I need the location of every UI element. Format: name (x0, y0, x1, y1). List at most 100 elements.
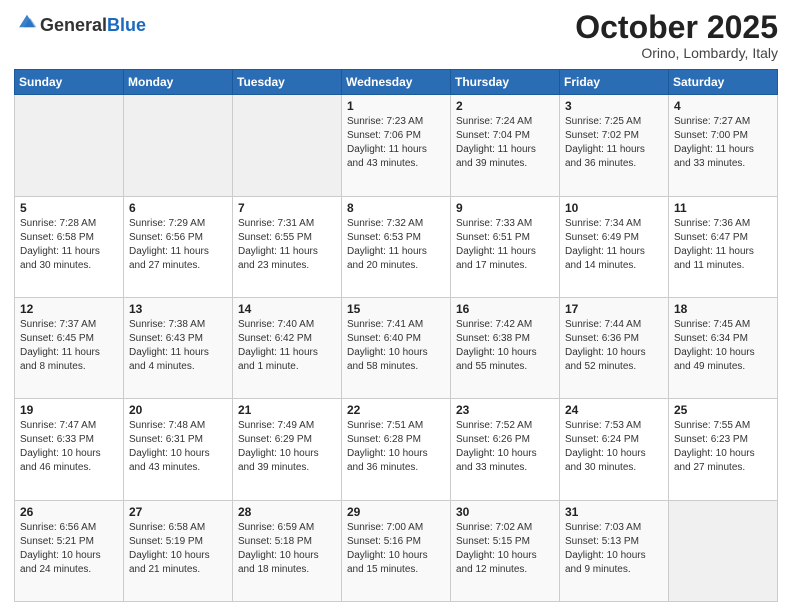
cell-text: Sunrise: 7:03 AM Sunset: 5:13 PM Dayligh… (565, 521, 663, 577)
calendar-cell (15, 95, 124, 196)
cell-text: Sunrise: 7:45 AM Sunset: 6:34 PM Dayligh… (674, 318, 772, 374)
day-number: 10 (565, 201, 663, 215)
day-number: 18 (674, 302, 772, 316)
day-number: 6 (129, 201, 227, 215)
calendar-cell: 27 Sunrise: 6:58 AM Sunset: 5:19 PM Dayli… (124, 500, 233, 601)
calendar-cell: 22Sunrise: 7:51 AM Sunset: 6:28 PM Dayli… (342, 399, 451, 500)
cell-text: Sunrise: 6:58 AM Sunset: 5:19 PM Dayligh… (129, 521, 227, 577)
calendar-cell: 9 Sunrise: 7:33 AM Sunset: 6:51 PM Daylig… (451, 196, 560, 297)
logo: General Blue (14, 10, 146, 34)
day-number: 23 (456, 403, 554, 417)
day-number: 13 (129, 302, 227, 316)
cell-text: Sunrise: 7:38 AM Sunset: 6:43 PM Dayligh… (129, 318, 227, 374)
cell-text: Sunrise: 6:56 AM Sunset: 5:21 PM Dayligh… (20, 521, 118, 577)
calendar-cell: 17 Sunrise: 7:44 AM Sunset: 6:36 PM Dayli… (560, 297, 669, 398)
calendar-cell: 16 Sunrise: 7:42 AM Sunset: 6:38 PM Dayli… (451, 297, 560, 398)
calendar-cell: 25 Sunrise: 7:55 AM Sunset: 6:23 PM Dayli… (669, 399, 778, 500)
header-row: SundayMondayTuesdayWednesdayThursdayFrid… (15, 70, 778, 95)
day-number: 12 (20, 302, 118, 316)
calendar-cell: 26Sunrise: 6:56 AM Sunset: 5:21 PM Dayli… (15, 500, 124, 601)
cell-text: Sunrise: 7:33 AM Sunset: 6:51 PM Dayligh… (456, 217, 554, 273)
cell-text: Sunrise: 7:31 AM Sunset: 6:55 PM Dayligh… (238, 217, 336, 273)
logo-blue-text: Blue (107, 16, 146, 34)
cell-text: Sunrise: 7:48 AM Sunset: 6:31 PM Dayligh… (129, 419, 227, 475)
cell-text: Sunrise: 7:23 AM Sunset: 7:06 PM Dayligh… (347, 115, 445, 171)
weekday-header: Wednesday (342, 70, 451, 95)
cell-text: Sunrise: 6:59 AM Sunset: 5:18 PM Dayligh… (238, 521, 336, 577)
day-number: 5 (20, 201, 118, 215)
day-number: 21 (238, 403, 336, 417)
calendar-week-row: 26Sunrise: 6:56 AM Sunset: 5:21 PM Dayli… (15, 500, 778, 601)
day-number: 9 (456, 201, 554, 215)
day-number: 29 (347, 505, 445, 519)
logo-icon (16, 10, 38, 32)
cell-text: Sunrise: 7:36 AM Sunset: 6:47 PM Dayligh… (674, 217, 772, 273)
cell-text: Sunrise: 7:32 AM Sunset: 6:53 PM Dayligh… (347, 217, 445, 273)
cell-text: Sunrise: 7:37 AM Sunset: 6:45 PM Dayligh… (20, 318, 118, 374)
calendar-cell: 3 Sunrise: 7:25 AM Sunset: 7:02 PM Daylig… (560, 95, 669, 196)
cell-text: Sunrise: 7:28 AM Sunset: 6:58 PM Dayligh… (20, 217, 118, 273)
calendar-cell: 10 Sunrise: 7:34 AM Sunset: 6:49 PM Dayli… (560, 196, 669, 297)
calendar-cell: 8 Sunrise: 7:32 AM Sunset: 6:53 PM Daylig… (342, 196, 451, 297)
day-number: 3 (565, 99, 663, 113)
calendar-cell: 15Sunrise: 7:41 AM Sunset: 6:40 PM Dayli… (342, 297, 451, 398)
calendar-cell: 21 Sunrise: 7:49 AM Sunset: 6:29 PM Dayli… (233, 399, 342, 500)
cell-text: Sunrise: 7:25 AM Sunset: 7:02 PM Dayligh… (565, 115, 663, 171)
calendar-cell: 23 Sunrise: 7:52 AM Sunset: 6:26 PM Dayli… (451, 399, 560, 500)
cell-text: Sunrise: 7:24 AM Sunset: 7:04 PM Dayligh… (456, 115, 554, 171)
calendar-cell: 4Sunrise: 7:27 AM Sunset: 7:00 PM Daylig… (669, 95, 778, 196)
day-number: 15 (347, 302, 445, 316)
calendar-week-row: 12 Sunrise: 7:37 AM Sunset: 6:45 PM Dayli… (15, 297, 778, 398)
calendar-cell (669, 500, 778, 601)
page: General Blue October 2025 Orino, Lombard… (0, 0, 792, 612)
cell-text: Sunrise: 7:49 AM Sunset: 6:29 PM Dayligh… (238, 419, 336, 475)
weekday-header: Friday (560, 70, 669, 95)
calendar-cell: 18 Sunrise: 7:45 AM Sunset: 6:34 PM Dayli… (669, 297, 778, 398)
calendar-cell: 12 Sunrise: 7:37 AM Sunset: 6:45 PM Dayli… (15, 297, 124, 398)
title-block: October 2025 Orino, Lombardy, Italy (575, 10, 778, 61)
calendar-cell: 31 Sunrise: 7:03 AM Sunset: 5:13 PM Dayli… (560, 500, 669, 601)
calendar-cell (233, 95, 342, 196)
day-number: 24 (565, 403, 663, 417)
calendar-table: SundayMondayTuesdayWednesdayThursdayFrid… (14, 69, 778, 602)
location: Orino, Lombardy, Italy (575, 45, 778, 61)
day-number: 31 (565, 505, 663, 519)
calendar-week-row: 19Sunrise: 7:47 AM Sunset: 6:33 PM Dayli… (15, 399, 778, 500)
cell-text: Sunrise: 7:47 AM Sunset: 6:33 PM Dayligh… (20, 419, 118, 475)
calendar-cell (124, 95, 233, 196)
weekday-header: Tuesday (233, 70, 342, 95)
day-number: 2 (456, 99, 554, 113)
day-number: 20 (129, 403, 227, 417)
day-number: 16 (456, 302, 554, 316)
header: General Blue October 2025 Orino, Lombard… (14, 10, 778, 61)
cell-text: Sunrise: 7:44 AM Sunset: 6:36 PM Dayligh… (565, 318, 663, 374)
cell-text: Sunrise: 7:40 AM Sunset: 6:42 PM Dayligh… (238, 318, 336, 374)
calendar-cell: 2 Sunrise: 7:24 AM Sunset: 7:04 PM Daylig… (451, 95, 560, 196)
cell-text: Sunrise: 7:55 AM Sunset: 6:23 PM Dayligh… (674, 419, 772, 475)
cell-text: Sunrise: 7:02 AM Sunset: 5:15 PM Dayligh… (456, 521, 554, 577)
calendar-cell: 28 Sunrise: 6:59 AM Sunset: 5:18 PM Dayli… (233, 500, 342, 601)
weekday-header: Monday (124, 70, 233, 95)
calendar-week-row: 1Sunrise: 7:23 AM Sunset: 7:06 PM Daylig… (15, 95, 778, 196)
calendar-cell: 1Sunrise: 7:23 AM Sunset: 7:06 PM Daylig… (342, 95, 451, 196)
weekday-header: Sunday (15, 70, 124, 95)
cell-text: Sunrise: 7:53 AM Sunset: 6:24 PM Dayligh… (565, 419, 663, 475)
day-number: 8 (347, 201, 445, 215)
day-number: 17 (565, 302, 663, 316)
day-number: 27 (129, 505, 227, 519)
calendar-cell: 14Sunrise: 7:40 AM Sunset: 6:42 PM Dayli… (233, 297, 342, 398)
calendar-cell: 7Sunrise: 7:31 AM Sunset: 6:55 PM Daylig… (233, 196, 342, 297)
day-number: 25 (674, 403, 772, 417)
cell-text: Sunrise: 7:29 AM Sunset: 6:56 PM Dayligh… (129, 217, 227, 273)
month-title: October 2025 (575, 10, 778, 45)
cell-text: Sunrise: 7:34 AM Sunset: 6:49 PM Dayligh… (565, 217, 663, 273)
calendar-cell: 6 Sunrise: 7:29 AM Sunset: 6:56 PM Daylig… (124, 196, 233, 297)
day-number: 22 (347, 403, 445, 417)
calendar-cell: 20 Sunrise: 7:48 AM Sunset: 6:31 PM Dayli… (124, 399, 233, 500)
day-number: 28 (238, 505, 336, 519)
cell-text: Sunrise: 7:00 AM Sunset: 5:16 PM Dayligh… (347, 521, 445, 577)
cell-text: Sunrise: 7:52 AM Sunset: 6:26 PM Dayligh… (456, 419, 554, 475)
day-number: 4 (674, 99, 772, 113)
calendar-cell: 13 Sunrise: 7:38 AM Sunset: 6:43 PM Dayli… (124, 297, 233, 398)
cell-text: Sunrise: 7:42 AM Sunset: 6:38 PM Dayligh… (456, 318, 554, 374)
